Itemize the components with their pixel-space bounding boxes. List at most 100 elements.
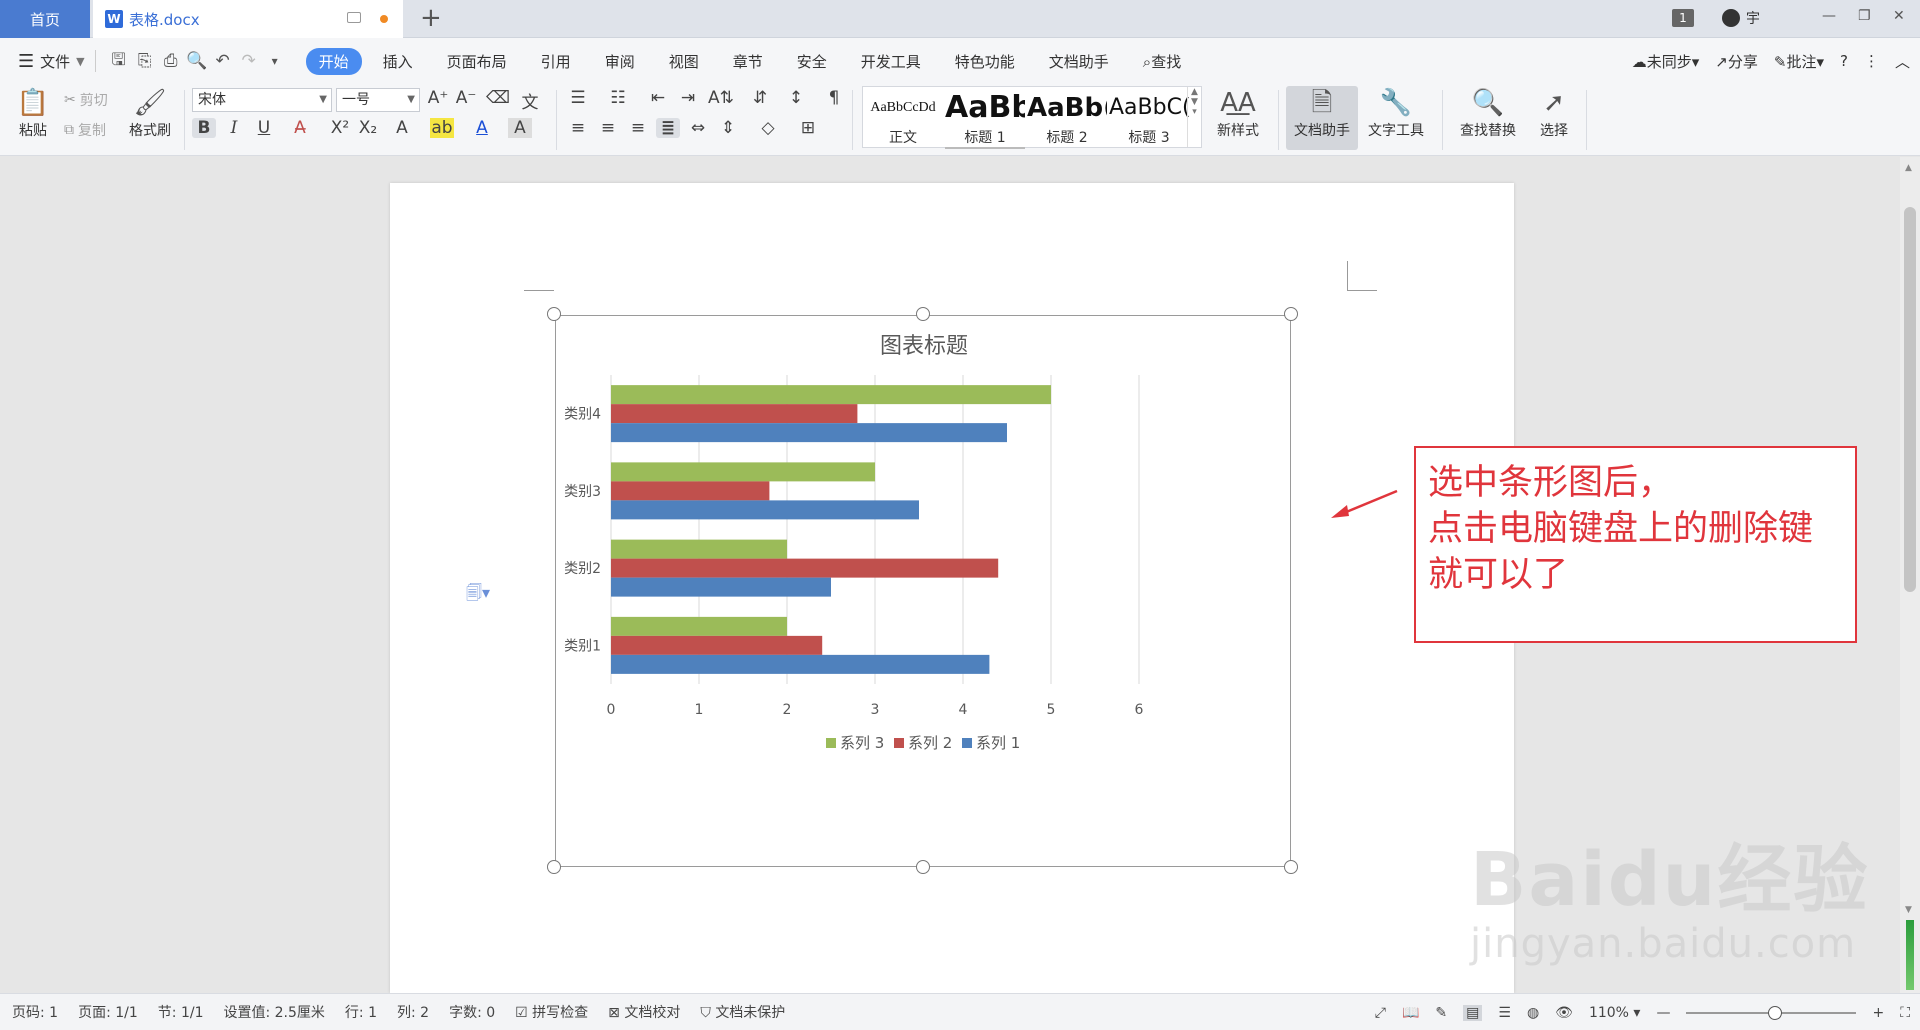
bar-系列2-类别3[interactable]: [611, 481, 770, 501]
comment-button[interactable]: ✎批注▾: [1774, 51, 1824, 72]
doc-assistant-button[interactable]: 🗎 文档助手: [1286, 86, 1358, 150]
align-right-icon[interactable]: ≡: [626, 118, 650, 138]
file-menu[interactable]: ☰ 文件 ▼: [18, 51, 85, 72]
tab-doc-assistant[interactable]: 文档助手: [1032, 51, 1126, 72]
distributed-icon[interactable]: ⇔: [686, 118, 710, 138]
zoom-slider-knob[interactable]: [1768, 1005, 1783, 1020]
help-icon[interactable]: ?: [1840, 52, 1848, 70]
status-col[interactable]: 列: 2: [397, 1002, 429, 1022]
resize-handle[interactable]: [916, 860, 930, 874]
tab-chapter[interactable]: 章节: [716, 51, 780, 72]
grow-font-icon[interactable]: A⁺: [426, 88, 450, 108]
strikethrough-icon[interactable]: A̶: [288, 118, 312, 138]
clear-format-icon[interactable]: ⌫: [486, 88, 510, 108]
numbered-list-icon[interactable]: ☷: [606, 88, 630, 108]
resize-handle[interactable]: [547, 307, 561, 321]
print-icon[interactable]: ⎙: [158, 51, 184, 71]
close-icon[interactable]: ✕: [1893, 8, 1905, 24]
collapse-ribbon-icon[interactable]: ︿: [1895, 51, 1910, 72]
tab-security[interactable]: 安全: [780, 51, 844, 72]
font-color-icon[interactable]: A: [470, 118, 494, 138]
select-button[interactable]: ➚ 选择: [1530, 86, 1578, 140]
reading-mode-icon[interactable]: 📖: [1402, 1005, 1419, 1021]
resize-handle[interactable]: [1284, 860, 1298, 874]
tab-special-features[interactable]: 特色功能: [938, 51, 1032, 72]
status-page[interactable]: 页码: 1: [12, 1002, 58, 1022]
highlight-icon[interactable]: ab: [430, 118, 454, 138]
cut-button[interactable]: ✂ 剪切: [64, 90, 108, 110]
chart-title[interactable]: 图表标题: [880, 334, 968, 359]
window-count-badge[interactable]: 1: [1672, 9, 1694, 27]
tab-developer[interactable]: 开发工具: [844, 51, 938, 72]
scroll-up-icon[interactable]: ▲: [1905, 163, 1912, 173]
style-heading-1[interactable]: AaBb 标题 1: [945, 87, 1025, 149]
font-size-select[interactable]: 一号 ▼: [336, 88, 420, 112]
save-icon[interactable]: 🖫: [106, 47, 132, 76]
style-normal[interactable]: AaBbCcDd 正文: [863, 87, 943, 147]
new-tab-button[interactable]: +: [420, 4, 442, 32]
paragraph-spacing-icon[interactable]: ⇕: [716, 118, 740, 138]
resize-handle[interactable]: [1284, 307, 1298, 321]
status-words[interactable]: 字数: 0: [449, 1002, 495, 1022]
find-replace-button[interactable]: 🔍 查找替换: [1450, 86, 1526, 140]
tab-home[interactable]: 首页: [0, 0, 90, 38]
paste-button[interactable]: 📋 粘贴: [8, 86, 58, 140]
underline-icon[interactable]: U: [252, 118, 276, 138]
vertical-scrollbar[interactable]: ▲ ▼: [1900, 157, 1920, 993]
fit-page-icon[interactable]: ⛶: [1900, 1005, 1910, 1021]
bar-系列1-类别1[interactable]: [611, 654, 990, 674]
align-center-icon[interactable]: ≡: [596, 118, 620, 138]
zoom-slider[interactable]: [1686, 1005, 1857, 1020]
paste-options-icon[interactable]: 🗐▾: [466, 582, 490, 609]
edit-mode-icon[interactable]: ✎: [1435, 1005, 1447, 1021]
eye-protection-icon[interactable]: 👁: [1555, 1005, 1573, 1021]
quick-access-more-icon[interactable]: ▾: [262, 54, 288, 68]
font-name-select[interactable]: 宋体 ▼: [192, 88, 332, 112]
sync-button[interactable]: ☁未同步▾: [1632, 51, 1700, 72]
chart-container[interactable]: 图表标题 0 1 2 3 4 5 6 类别1 类别2 类别3 类别4 系列 3 系列 2 系列 1: [555, 315, 1291, 867]
monitor-icon[interactable]: [347, 12, 361, 23]
style-gallery-scroll[interactable]: ▲ ▼ ▾: [1187, 87, 1201, 147]
bar-系列1-类别3[interactable]: [611, 500, 919, 520]
more-icon[interactable]: ⋮: [1864, 52, 1879, 70]
style-heading-3[interactable]: AaBbC( 标题 3: [1109, 87, 1189, 147]
zoom-out-icon[interactable]: —: [1656, 1005, 1670, 1021]
bullet-list-icon[interactable]: ☰: [566, 88, 590, 108]
outline-view-icon[interactable]: ☰: [1498, 1005, 1511, 1021]
shading-icon[interactable]: ◇: [756, 118, 780, 138]
bar-系列3-类别1[interactable]: [611, 616, 787, 636]
tab-find[interactable]: ⌕查找: [1126, 51, 1198, 72]
bar-系列2-类别4[interactable]: [611, 404, 858, 424]
align-left-icon[interactable]: ≡: [566, 118, 590, 138]
bar-系列1-类别4[interactable]: [611, 423, 1007, 443]
italic-icon[interactable]: I: [222, 118, 246, 138]
status-pages[interactable]: 页面: 1/1: [78, 1002, 138, 1022]
output-pdf-icon[interactable]: ⎘: [132, 51, 158, 71]
legend-label[interactable]: 系列 3: [840, 734, 884, 752]
zoom-in-icon[interactable]: +: [1872, 1005, 1884, 1021]
tab-references[interactable]: 引用: [524, 51, 588, 72]
show-marks-icon[interactable]: ¶: [822, 88, 846, 108]
line-spacing-icon[interactable]: ↕: [784, 88, 808, 108]
bar-系列3-类别2[interactable]: [611, 539, 787, 559]
bar-系列2-类别2[interactable]: [611, 558, 999, 578]
bar-系列2-类别1[interactable]: [611, 635, 823, 655]
bar-系列1-类别2[interactable]: [611, 577, 831, 597]
protection-button[interactable]: ⛉ 文档未保护: [700, 1002, 785, 1022]
tab-insert[interactable]: 插入: [366, 51, 430, 72]
share-button[interactable]: ↗分享: [1715, 51, 1758, 72]
borders-icon[interactable]: ⊞: [796, 118, 820, 138]
tab-document[interactable]: W 表格.docx: [93, 0, 403, 38]
user-account[interactable]: 宇: [1722, 8, 1760, 28]
resize-handle[interactable]: [916, 307, 930, 321]
increase-indent-icon[interactable]: ⇥: [676, 88, 700, 108]
spell-check-button[interactable]: ☑ 拼写检查: [515, 1002, 588, 1022]
format-painter-button[interactable]: 🖌 格式刷: [122, 86, 178, 140]
resize-handle[interactable]: [547, 860, 561, 874]
status-section[interactable]: 节: 1/1: [158, 1002, 204, 1022]
new-style-button[interactable]: A͟A 新样式: [1206, 86, 1270, 140]
phonetic-guide-icon[interactable]: 文: [518, 88, 542, 113]
shrink-font-icon[interactable]: A⁻: [454, 88, 478, 108]
scroll-thumb[interactable]: [1904, 207, 1916, 592]
bold-icon[interactable]: B: [192, 118, 216, 138]
